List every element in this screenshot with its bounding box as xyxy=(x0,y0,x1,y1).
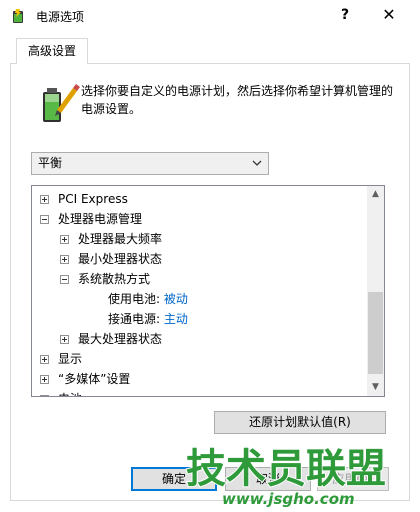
window-title: 电源选项 xyxy=(36,10,85,24)
tree-item-label: PCI Express xyxy=(58,192,128,206)
tree-item-label: 处理器电源管理 xyxy=(58,212,143,226)
apply-button[interactable]: 应用(A) xyxy=(317,467,389,491)
description-text: 选择你要自定义的电源计划，然后选择你希望计算机管理的电源设置。 xyxy=(81,84,394,116)
ok-button[interactable]: 确定 xyxy=(131,467,217,491)
tree-item-label: 处理器最大频率 xyxy=(78,232,163,246)
tree-item-label: 最大处理器状态 xyxy=(78,332,163,346)
tab-advanced-settings[interactable]: 高级设置 xyxy=(16,38,88,64)
tree-item-label: 接通电源: xyxy=(108,312,161,326)
scroll-thumb[interactable] xyxy=(368,292,383,374)
battery-plan-icon xyxy=(43,84,80,122)
on-battery-value-link[interactable]: 被动 xyxy=(164,292,188,306)
title-bar: 电源选项 ? ✕ xyxy=(0,0,420,32)
collapse-icon[interactable] xyxy=(60,275,69,284)
expand-icon[interactable] xyxy=(60,255,69,264)
scroll-up-icon[interactable]: ▲ xyxy=(367,186,384,203)
power-plan-select[interactable]: 平衡 xyxy=(31,152,269,175)
power-options-icon xyxy=(13,9,23,23)
advanced-settings-panel: 选择你要自定义的电源计划，然后选择你希望计算机管理的电源设置。 平衡 PCI E… xyxy=(10,63,410,501)
close-button[interactable]: ✕ xyxy=(374,4,404,26)
expand-icon[interactable] xyxy=(60,235,69,244)
tree-item-label: “多媒体”设置 xyxy=(58,372,131,386)
tree-item-label: 系统散热方式 xyxy=(78,272,151,286)
tree-item-label: 电池 xyxy=(58,389,82,396)
expand-icon[interactable] xyxy=(40,195,49,204)
cancel-button[interactable]: 取消 xyxy=(225,467,311,491)
vertical-scrollbar[interactable]: ▲ ▼ xyxy=(367,186,384,396)
expand-icon[interactable] xyxy=(60,335,69,344)
tree-item-plugged-in: 接通电源: 主动 xyxy=(108,309,188,329)
tree-item-label: 显示 xyxy=(58,352,83,366)
plugged-in-value-link[interactable]: 主动 xyxy=(164,312,188,326)
tree-item-label: 使用电池: xyxy=(108,292,161,306)
settings-tree[interactable]: PCI Express 处理器电源管理 处理器最大频率 最小处理器状态 系统散热… xyxy=(31,185,385,397)
expand-icon[interactable] xyxy=(40,375,49,384)
scroll-down-icon[interactable]: ▼ xyxy=(367,379,384,396)
selected-plan-label: 平衡 xyxy=(38,156,63,170)
tree-item-label: 最小处理器状态 xyxy=(78,252,163,266)
chevron-down-icon xyxy=(252,160,262,166)
restore-defaults-button[interactable]: 还原计划默认值(R) xyxy=(214,411,386,434)
tree-item-on-battery: 使用电池: 被动 xyxy=(108,289,188,309)
expand-icon[interactable] xyxy=(40,355,49,364)
help-button[interactable]: ? xyxy=(334,4,356,26)
collapse-icon[interactable] xyxy=(40,215,49,224)
expand-icon[interactable] xyxy=(40,395,49,396)
